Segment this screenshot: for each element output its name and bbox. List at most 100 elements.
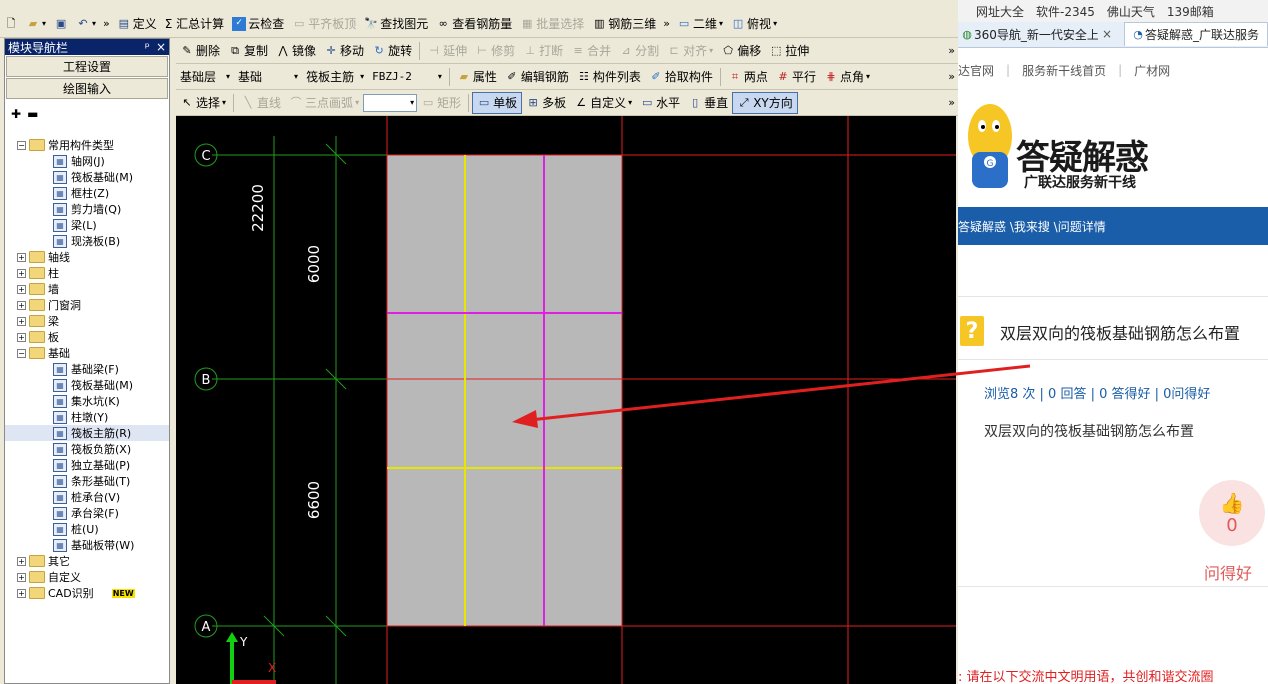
batch-select-button[interactable]: ▦ 批量选择 (516, 13, 588, 35)
subnav-link-1[interactable]: 达官网 (958, 62, 994, 79)
tree-item[interactable]: ▦ 集水坑(K) (5, 393, 169, 409)
bookmark-1[interactable]: 网址大全 (976, 3, 1024, 20)
toolbar3-more-icon[interactable]: » (945, 70, 958, 83)
tree-folder[interactable]: + 墙 (5, 281, 169, 297)
toolbar4-more-icon[interactable]: » (945, 96, 958, 109)
merge-button[interactable]: ≡ 合并 (567, 40, 615, 62)
tree-folder[interactable]: + 柱 (5, 265, 169, 281)
delete-button[interactable]: ✎ 删除 (176, 40, 224, 62)
expand-toggle-icon[interactable]: + (17, 284, 26, 294)
line-button[interactable]: ╲ 直线 (237, 92, 285, 114)
pin-icon[interactable]: ᵖ (145, 40, 150, 54)
expand-all-icon[interactable]: ✚ (11, 107, 21, 121)
tree-item[interactable]: ▦ 筏板基础(M) (5, 377, 169, 393)
expand-toggle-icon[interactable]: − (17, 348, 26, 358)
tree-item[interactable]: ▦ 筏板基础(M) (5, 169, 169, 185)
rotate-button[interactable]: ↻ 旋转 (368, 40, 416, 62)
tree-item[interactable]: ▦ 筏板主筋(R) (5, 425, 169, 441)
define-button[interactable]: ▤ 定义 (113, 13, 161, 35)
vertical-button[interactable]: ▯ 垂直 (684, 92, 732, 114)
horizontal-button[interactable]: ▭ 水平 (636, 92, 684, 114)
tree-item[interactable]: ▦ 剪力墙(Q) (5, 201, 169, 217)
tree-folder[interactable]: − 基础 (5, 345, 169, 361)
move-button[interactable]: ✛ 移动 (320, 40, 368, 62)
trim-button[interactable]: ⊢ 修剪 (471, 40, 519, 62)
tree-item[interactable]: ▦ 基础梁(F) (5, 361, 169, 377)
tree-item[interactable]: ▦ 桩承台(V) (5, 489, 169, 505)
open-icon[interactable]: ▰ ▾ (22, 13, 50, 35)
edit-rebar-button[interactable]: ✐ 编辑钢筋 (501, 66, 573, 88)
tree-folder[interactable]: + 梁 (5, 313, 169, 329)
close-icon[interactable]: × (156, 40, 166, 54)
tree-folder[interactable]: + 轴线 (5, 249, 169, 265)
collapse-all-icon[interactable]: ▬ (27, 107, 38, 121)
component-list-button[interactable]: ☷ 构件列表 (573, 66, 645, 88)
break-button[interactable]: ⊥ 打断 (519, 40, 567, 62)
category-select[interactable]: 基础 ▾ (234, 66, 302, 88)
toolbar-more-icon[interactable]: » (100, 17, 113, 30)
expand-toggle-icon[interactable]: + (17, 268, 26, 278)
view-angle-select[interactable]: ◫ 俯视 ▾ (727, 13, 781, 35)
single-slab-button[interactable]: ▭ 单板 (472, 91, 523, 114)
tree-item[interactable]: ▦ 条形基础(T) (5, 473, 169, 489)
project-settings-button[interactable]: 工程设置 (6, 56, 168, 77)
layer-select[interactable]: 基础层 ▾ (176, 66, 234, 88)
expand-toggle-icon[interactable]: + (17, 300, 26, 310)
xy-direction-button[interactable]: ⤢ XY方向 (732, 91, 798, 114)
save-icon[interactable]: ▣ (50, 13, 72, 35)
new-icon[interactable]: 🗋 (0, 13, 22, 35)
pick-component-button[interactable]: ✐ 拾取构件 (645, 66, 717, 88)
flush-top-button[interactable]: ▭ 平齐板顶 (288, 13, 360, 35)
breadcrumb[interactable]: 答疑解惑 \我来搜 \问题详情 (958, 207, 1268, 245)
parallel-button[interactable]: # 平行 (772, 66, 820, 88)
expand-toggle-icon[interactable]: + (17, 316, 26, 326)
expand-toggle-icon[interactable]: − (17, 140, 26, 150)
tree-item[interactable]: ▦ 独立基础(P) (5, 457, 169, 473)
tree-folder[interactable]: + 板 (5, 329, 169, 345)
offset-button[interactable]: ⬠ 偏移 (717, 40, 765, 62)
tree-item[interactable]: ▦ 现浇板(B) (5, 233, 169, 249)
arc-button[interactable]: ⌒ 三点画弧 ▾ (285, 92, 363, 114)
expand-toggle-icon[interactable]: + (17, 252, 26, 262)
toolbar-more-icon-2[interactable]: » (660, 17, 673, 30)
cloud-check-button[interactable]: ✓ 云检查 (228, 13, 288, 35)
copy-button[interactable]: ⧉ 复制 (224, 40, 272, 62)
view-mode-select[interactable]: ▭ 二维 ▾ (673, 13, 727, 35)
tree-item[interactable]: ▦ 梁(L) (5, 217, 169, 233)
subnav-link-3[interactable]: 广材网 (1134, 62, 1170, 79)
split-button[interactable]: ⊿ 分割 (615, 40, 663, 62)
undo-icon[interactable]: ↶ ▾ (72, 13, 100, 35)
bookmark-4[interactable]: 139邮箱 (1167, 3, 1214, 20)
tree-item[interactable]: ▦ 承台梁(F) (5, 505, 169, 521)
tree-item[interactable]: ▦ 桩(U) (5, 521, 169, 537)
bookmark-3[interactable]: 佛山天气 (1107, 3, 1155, 20)
raft-slab[interactable] (387, 155, 622, 626)
rebar-3d-button[interactable]: ▥ 钢筋三维 (588, 13, 660, 35)
type-select[interactable]: 筏板主筋 ▾ (302, 66, 368, 88)
calc-button[interactable]: Σ 汇总计算 (161, 13, 228, 35)
tab-glodon[interactable]: ◔ 答疑解惑_广联达服务 (1124, 22, 1268, 46)
custom-button[interactable]: ∠ 自定义 ▾ (570, 92, 636, 114)
view-rebar-button[interactable]: ∞ 查看钢筋量 (432, 13, 516, 35)
extend-button[interactable]: ⊣ 延伸 (423, 40, 471, 62)
mirror-button[interactable]: ⋀ 镜像 (272, 40, 320, 62)
properties-button[interactable]: ▰ 属性 (453, 66, 501, 88)
tree-item[interactable]: ▦ 基础板带(W) (5, 537, 169, 553)
cad-drawing-canvas[interactable]: C B A 22200 6000 6600 Y X (176, 116, 956, 684)
tree-folder[interactable]: + CAD识别 NEW (5, 585, 169, 601)
bookmark-2[interactable]: 软件-2345 (1036, 3, 1095, 20)
tree-folder[interactable]: + 其它 (5, 553, 169, 569)
select-button[interactable]: ↖ 选择 ▾ (176, 92, 230, 114)
like-button[interactable]: 👍 0 (1199, 480, 1265, 546)
expand-toggle-icon[interactable]: + (17, 588, 26, 598)
tree-item[interactable]: ▦ 轴网(J) (5, 153, 169, 169)
tree-item[interactable]: ▦ 框柱(Z) (5, 185, 169, 201)
expand-toggle-icon[interactable]: + (17, 572, 26, 582)
align-button[interactable]: ⊏ 对齐 ▾ (663, 40, 717, 62)
stretch-button[interactable]: ⬚ 拉伸 (765, 40, 813, 62)
find-element-button[interactable]: 🔭 查找图元 (360, 13, 432, 35)
tab-360[interactable]: ◍ 360导航_新一代安全上网 × (958, 22, 1122, 46)
multi-slab-button[interactable]: ⊞ 多板 (522, 92, 570, 114)
tree-item[interactable]: ▦ 筏板负筋(X) (5, 441, 169, 457)
rect-button[interactable]: ▭ 矩形 (417, 92, 465, 114)
